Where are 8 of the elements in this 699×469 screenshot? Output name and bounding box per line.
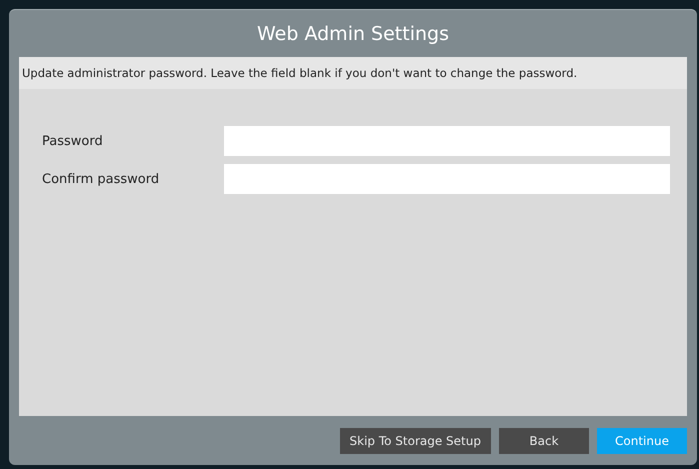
input-field[interactable] — [224, 164, 670, 194]
field-label: Confirm password — [41, 172, 160, 186]
field-label: Password — [41, 134, 104, 148]
action-button[interactable]: Skip To Storage Setup — [340, 428, 491, 454]
dialog-title: Web Admin Settings — [256, 22, 450, 46]
action-button[interactable]: Back — [499, 428, 589, 454]
input-field[interactable] — [224, 126, 670, 156]
description-text: Update administrator password. Leave the field blank if you don't want to change the password. — [19, 57, 687, 89]
